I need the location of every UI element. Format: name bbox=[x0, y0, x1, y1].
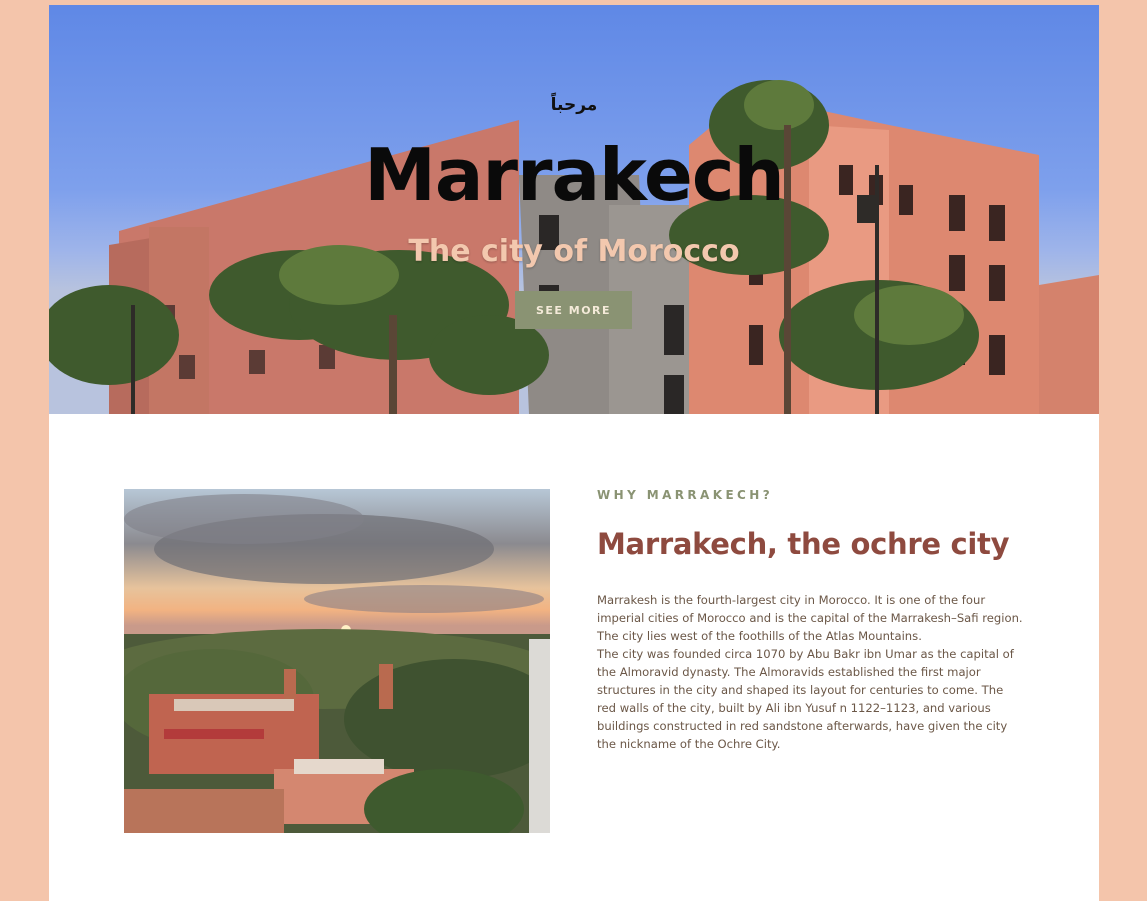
section-eyebrow: WHY MARRAKECH? bbox=[597, 488, 774, 502]
hero-section: مرحباً Marrakech The city of Morocco SEE… bbox=[49, 5, 1099, 414]
body-paragraph: Marrakesh is the fourth-largest city in … bbox=[597, 593, 1023, 643]
hero-subtitle: The city of Morocco bbox=[408, 234, 740, 269]
section-title: Marrakech, the ochre city bbox=[597, 527, 1010, 561]
page-content: مرحباً Marrakech The city of Morocco SEE… bbox=[49, 5, 1099, 901]
hero-title: Marrakech bbox=[364, 133, 785, 217]
hero-greeting: مرحباً bbox=[550, 95, 598, 115]
body-paragraph: The city was founded circa 1070 by Abu B… bbox=[597, 647, 1014, 751]
sunset-city-photo bbox=[124, 489, 550, 833]
section-body: Marrakesh is the fourth-largest city in … bbox=[597, 591, 1025, 753]
see-more-button[interactable]: SEE MORE bbox=[515, 291, 632, 329]
